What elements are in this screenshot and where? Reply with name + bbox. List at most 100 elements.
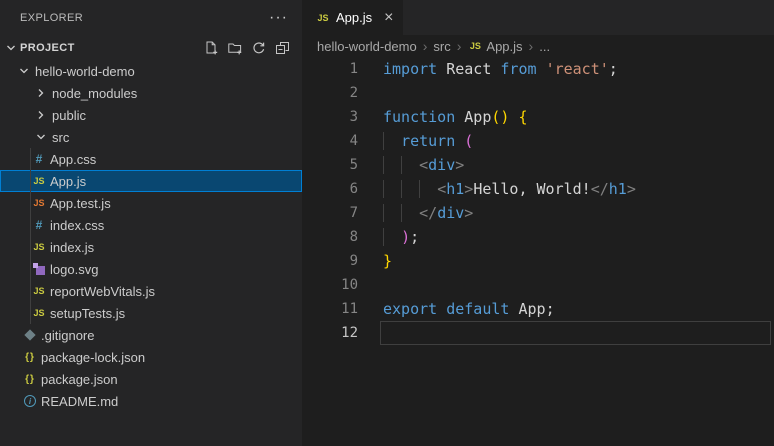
- line-number[interactable]: 6: [302, 177, 378, 201]
- line-number[interactable]: 11: [302, 297, 378, 321]
- more-actions-icon[interactable]: ···: [269, 10, 288, 26]
- chevron-down-icon[interactable]: [33, 129, 49, 145]
- tab-bar: JS App.js ×: [302, 0, 774, 35]
- tree-item-label: App.js: [50, 173, 87, 189]
- code-line-7[interactable]: 7 </div>: [302, 201, 774, 225]
- tree-item-label: logo.svg: [50, 261, 99, 277]
- tab-label: App.js: [336, 10, 373, 25]
- tree-item--gitignore[interactable]: .gitignore: [0, 324, 302, 346]
- line-number[interactable]: 4: [302, 129, 378, 153]
- line-number[interactable]: 10: [302, 273, 378, 297]
- code-token: import: [383, 60, 438, 78]
- code-token: React: [446, 60, 492, 78]
- code-token: >: [464, 180, 474, 198]
- project-section-header[interactable]: PROJECT: [0, 36, 302, 60]
- tree-item-label: App.css: [50, 151, 97, 167]
- code-line-5[interactable]: 5 <div>: [302, 153, 774, 177]
- tree-item-label: .gitignore: [41, 327, 95, 343]
- tree-indent-guide: [30, 148, 31, 324]
- tree-item-hello-world-demo[interactable]: hello-world-demo: [0, 60, 302, 82]
- line-number[interactable]: 8: [302, 225, 378, 249]
- tree-item-logo-svg[interactable]: logo.svg: [0, 258, 302, 280]
- json-icon: {}: [25, 373, 35, 385]
- code-line-11[interactable]: 11 export default App;: [302, 297, 774, 321]
- breadcrumb-separator-icon: ›: [456, 38, 462, 54]
- tree-item-package-json[interactable]: {} package.json: [0, 368, 302, 390]
- line-number[interactable]: 7: [302, 201, 378, 225]
- js-icon: JS: [33, 286, 45, 296]
- code-line-text: </div>: [378, 201, 774, 225]
- tree-item-index-css[interactable]: # index.css: [0, 214, 302, 236]
- tree-item-app-test-js[interactable]: JS App.test.js: [0, 192, 302, 214]
- line-number[interactable]: 12: [302, 321, 378, 345]
- tree-item-package-lock-json[interactable]: {} package-lock.json: [0, 346, 302, 368]
- code-token: function: [383, 108, 456, 126]
- chevron-right-icon[interactable]: [33, 85, 49, 101]
- code-editor[interactable]: 1 import React from 'react'; 2 3 function Ap…: [302, 57, 774, 345]
- breadcrumb-item--[interactable]: ...: [539, 39, 550, 54]
- new-file-button[interactable]: [201, 39, 220, 58]
- code-line-8[interactable]: 8 );: [302, 225, 774, 249]
- line-number[interactable]: 3: [302, 105, 378, 129]
- editor-region: JS App.js × hello-world-demo › src › JS App.j…: [302, 0, 774, 446]
- tree-item-readme-md[interactable]: i README.md: [0, 390, 302, 412]
- line-number[interactable]: 5: [302, 153, 378, 177]
- code-token: (: [464, 132, 474, 150]
- code-line-6[interactable]: 6 <h1>Hello, World!</h1>: [302, 177, 774, 201]
- breadcrumb-separator-icon: ›: [528, 38, 534, 54]
- line-number[interactable]: 1: [302, 57, 378, 81]
- code-token: h1: [608, 180, 627, 198]
- code-token: div: [428, 156, 456, 174]
- new-folder-button[interactable]: [225, 39, 244, 58]
- code-line-12[interactable]: 12: [302, 321, 774, 345]
- code-line-text: export default App;: [378, 297, 774, 321]
- info-circle-icon: i: [24, 395, 36, 407]
- tree-item-label: package.json: [41, 371, 118, 387]
- code-line-2[interactable]: 2: [302, 81, 774, 105]
- chevron-down-icon[interactable]: [16, 63, 32, 79]
- image-shape-icon: [33, 263, 38, 268]
- close-icon[interactable]: ×: [384, 9, 393, 26]
- code-token: </: [419, 204, 438, 222]
- json-icon: {}: [25, 351, 35, 363]
- code-line-1[interactable]: 1 import React from 'react';: [302, 57, 774, 81]
- line-number[interactable]: 9: [302, 249, 378, 273]
- svg-icon: [31, 261, 47, 277]
- new-file-icon: [203, 40, 219, 56]
- tree-item-index-js[interactable]: JS index.js: [0, 236, 302, 258]
- tab-app-js[interactable]: JS App.js ×: [302, 0, 404, 35]
- code-line-4[interactable]: 4 return (: [302, 129, 774, 153]
- breadcrumb-item-src[interactable]: src: [433, 39, 450, 54]
- tree-item-node-modules[interactable]: node_modules: [0, 82, 302, 104]
- breadcrumb-item-hello-world-demo[interactable]: hello-world-demo: [317, 39, 417, 54]
- tree-item-app-css[interactable]: # App.css: [0, 148, 302, 170]
- tree-item-setuptests-js[interactable]: JS setupTests.js: [0, 302, 302, 324]
- tree-item-reportwebvitals-js[interactable]: JS reportWebVitals.js: [0, 280, 302, 302]
- code-line-3[interactable]: 3 function App() {: [302, 105, 774, 129]
- code-token: ;: [608, 60, 618, 78]
- refresh-button[interactable]: [249, 39, 268, 58]
- code-line-9[interactable]: 9}: [302, 249, 774, 273]
- js-file-icon: JS: [317, 12, 329, 23]
- breadcrumb-item-app-js[interactable]: JS App.js: [467, 38, 523, 54]
- chevron-right-icon[interactable]: [33, 107, 49, 123]
- tree-item-label: package-lock.json: [41, 349, 146, 365]
- code-line-10[interactable]: 10: [302, 273, 774, 297]
- tree-item-public[interactable]: public: [0, 104, 302, 126]
- collapse-all-button[interactable]: [273, 39, 292, 58]
- code-token: div: [437, 204, 465, 222]
- line-number[interactable]: 2: [302, 81, 378, 105]
- tree-item-src[interactable]: src: [0, 126, 302, 148]
- code-token: <: [437, 180, 447, 198]
- chevron-down-icon[interactable]: [3, 40, 19, 56]
- tree-item-app-js[interactable]: JS App.js: [0, 170, 302, 192]
- tree-item-label: hello-world-demo: [35, 63, 135, 79]
